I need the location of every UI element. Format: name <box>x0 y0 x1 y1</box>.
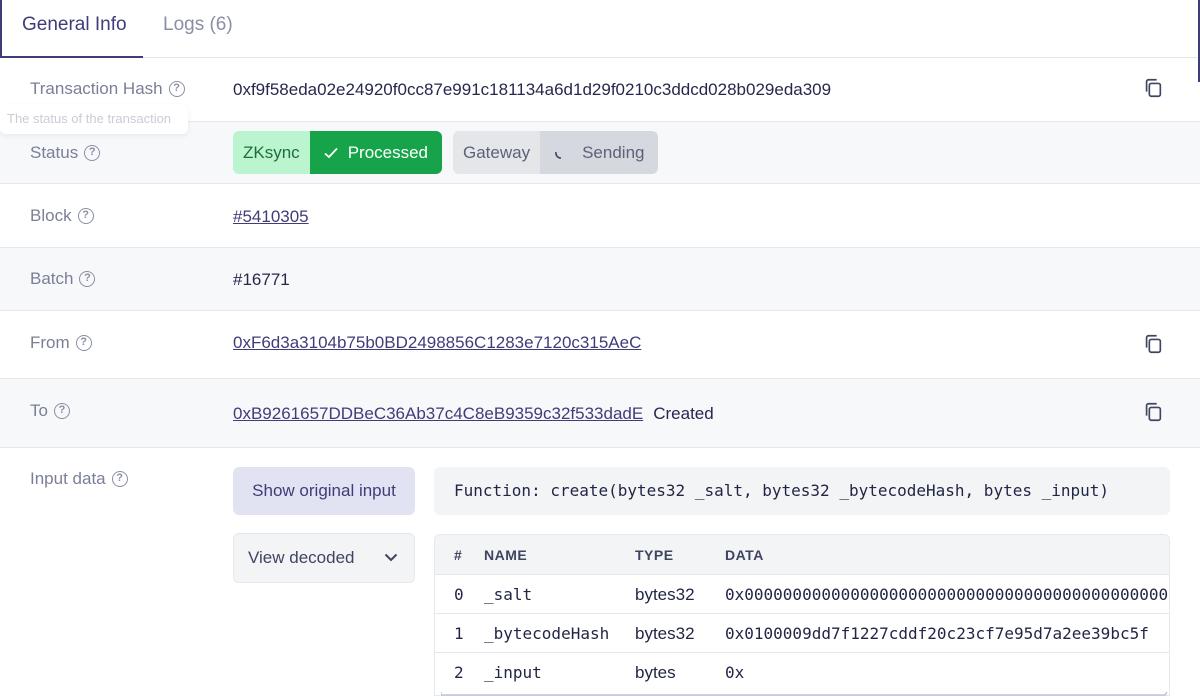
label-batch: Batch ? <box>30 269 96 289</box>
table-row: 1 _bytecodeHash bytes32 0x0100009dd7f122… <box>435 614 1169 653</box>
help-icon[interactable]: ? <box>111 471 128 487</box>
cell-index: 2 <box>454 663 464 682</box>
label-text: Block <box>30 206 72 225</box>
view-mode-select[interactable]: View decoded <box>233 533 415 583</box>
gateway-state: Sending <box>540 131 659 174</box>
block-link[interactable]: #5410305 <box>233 207 309 227</box>
label-input-data: Input data ? <box>30 469 128 489</box>
tab-logs[interactable]: Logs (6) <box>163 0 233 58</box>
cell-index: 0 <box>454 585 464 604</box>
from-address-link[interactable]: 0xF6d3a3104b75b0BD2498856C1283e7120c315A… <box>233 333 641 353</box>
zksync-state-text: Processed <box>347 142 429 162</box>
cell-name: _salt <box>484 585 533 604</box>
created-note: Created <box>653 404 714 423</box>
help-icon[interactable]: ? <box>79 271 96 287</box>
label-text: Input data <box>30 469 106 488</box>
function-signature: Function: create(bytes32 _salt, bytes32 … <box>434 467 1170 515</box>
label-transaction-hash: Transaction Hash ? <box>30 79 185 99</box>
copy-icon[interactable] <box>1142 77 1164 99</box>
show-original-input-button[interactable]: Show original input <box>233 467 415 515</box>
copy-icon[interactable] <box>1142 333 1164 355</box>
zksync-status-badge: ZKsync Processed <box>233 131 443 174</box>
label-text: Transaction Hash <box>30 79 163 98</box>
help-icon[interactable]: ? <box>168 81 185 97</box>
cell-type: bytes32 <box>635 624 695 643</box>
spinner-icon <box>555 151 562 159</box>
gateway-label: Gateway <box>453 131 541 174</box>
tab-bar: General Info Logs (6) <box>0 0 1200 58</box>
label-text: Batch <box>30 269 74 288</box>
row-to: To ? 0xB9261657DDBeC36Ab37c4C8eB9359c32f… <box>0 379 1200 448</box>
copy-icon[interactable] <box>1142 401 1164 423</box>
table-header: # NAME TYPE DATA <box>435 535 1169 575</box>
batch-value: #16771 <box>233 270 290 289</box>
table-scrollbar[interactable] <box>441 692 1169 696</box>
cell-data: 0x <box>725 663 745 682</box>
cell-index: 1 <box>454 624 464 643</box>
tab-general-info[interactable]: General Info <box>0 0 143 58</box>
cell-name: _input <box>484 663 542 682</box>
transaction-hash-value: 0xf9f58eda02e24920f0cc87e991c181134a6d1d… <box>233 80 832 99</box>
zksync-label: ZKsync <box>233 131 310 174</box>
help-icon[interactable]: ? <box>75 335 92 351</box>
row-from: From ? 0xF6d3a3104b75b0BD2498856C1283e71… <box>0 311 1200 379</box>
row-batch: Batch ? #16771 <box>0 248 1200 311</box>
table-row: 0 _salt bytes32 0x0000000000000000000000… <box>435 575 1169 614</box>
gateway-status-badge: Gateway Sending <box>453 131 659 174</box>
label-to: To ? <box>30 401 70 421</box>
to-value: 0xB9261657DDBeC36Ab37c4C8eB9359c32f533da… <box>233 404 714 424</box>
cell-type: bytes32 <box>635 585 695 604</box>
label-from: From ? <box>30 333 92 353</box>
check-icon <box>324 147 338 158</box>
label-block: Block ? <box>30 206 94 226</box>
cell-data: 0x00000000000000000000000000000000000000… <box>725 585 1169 604</box>
cell-data: 0x0100009dd7f1227cddf20c23cf7e95d7a2ee39… <box>725 624 1149 643</box>
status-tooltip: The status of the transaction <box>0 104 188 134</box>
header-index: # <box>454 547 463 563</box>
help-icon[interactable]: ? <box>53 403 70 419</box>
help-icon[interactable]: ? <box>84 145 101 161</box>
row-block: Block ? #5410305 <box>0 184 1200 248</box>
chevron-down-icon <box>384 553 398 562</box>
help-icon[interactable]: ? <box>77 208 94 224</box>
label-text: From <box>30 333 70 352</box>
gateway-state-text: Sending <box>582 142 645 162</box>
label-text: Status <box>30 143 79 162</box>
header-type: TYPE <box>635 547 674 563</box>
label-status: Status ? <box>30 143 101 163</box>
view-mode-value: View decoded <box>248 548 355 567</box>
header-name: NAME <box>484 547 528 563</box>
cell-type: bytes <box>635 663 676 682</box>
decoded-input-table: # NAME TYPE DATA 0 _salt bytes32 0x00000… <box>434 534 1170 696</box>
to-address-link[interactable]: 0xB9261657DDBeC36Ab37c4C8eB9359c32f533da… <box>233 404 643 424</box>
table-row: 2 _input bytes 0x <box>435 653 1169 692</box>
zksync-state: Processed <box>309 131 443 174</box>
cell-name: _bytecodeHash <box>484 624 610 643</box>
header-data: DATA <box>725 547 764 563</box>
label-text: To <box>30 401 48 420</box>
